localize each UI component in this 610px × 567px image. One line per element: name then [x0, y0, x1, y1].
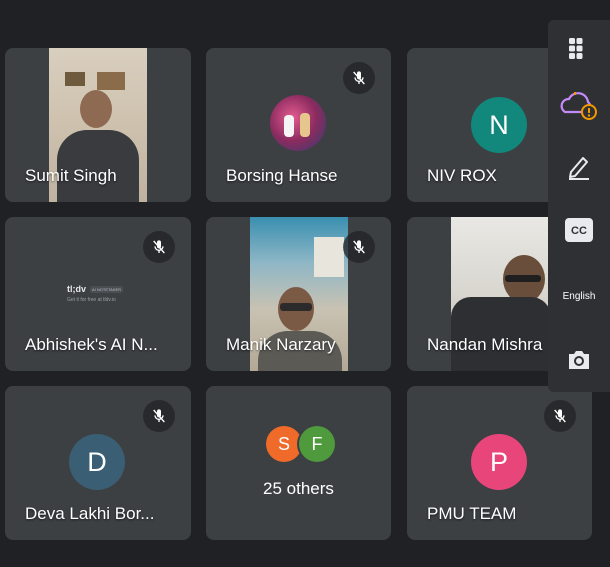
others-count: 25 others — [263, 479, 334, 498]
others-tile[interactable]: S F 25 others — [206, 386, 391, 540]
participant-tile-abhishek-ai[interactable]: tl;dv AI NOTETAKER Get it for free at tl… — [5, 217, 191, 371]
camera-button[interactable] — [548, 332, 610, 388]
participant-tile-borsing-hanse[interactable]: Borsing Hanse — [206, 48, 391, 202]
participant-avatar-photo — [270, 95, 326, 151]
participant-avatar: P — [471, 434, 527, 490]
participant-avatar: D — [69, 434, 125, 490]
cloud-alert-icon — [560, 92, 597, 120]
participant-avatar: N — [471, 97, 527, 153]
avatar-initial: P — [489, 446, 508, 477]
participant-name: Abhishek's AI N... — [25, 335, 158, 354]
tldv-logo-badge: AI NOTETAKER — [90, 285, 124, 293]
pen-icon — [569, 157, 589, 180]
apps-grid-icon — [569, 38, 583, 59]
participant-name: Deva Lakhi Bor... — [25, 504, 155, 523]
participant-name: Manik Narzary — [226, 335, 336, 354]
language-label: English — [562, 290, 596, 302]
captions-button[interactable]: CC — [548, 202, 610, 258]
participant-tile-pmu-team[interactable]: P PMU TEAM — [407, 386, 592, 540]
mic-off-icon — [343, 62, 375, 94]
participant-tile-sumit-singh[interactable]: Sumit Singh — [5, 48, 191, 202]
cc-icon: CC — [565, 218, 593, 242]
chip-initial: F — [311, 433, 323, 454]
apps-button[interactable] — [548, 20, 610, 76]
mic-off-icon — [544, 400, 576, 432]
participant-tile-manik-narzary[interactable]: Manik Narzary — [206, 217, 391, 371]
language-button[interactable]: English — [548, 268, 610, 324]
camera-icon — [569, 351, 589, 369]
avatar-initial: N — [489, 109, 509, 140]
mic-off-icon — [143, 400, 175, 432]
others-chip-s: S — [266, 426, 302, 462]
cc-label: CC — [571, 225, 587, 237]
participant-name: Sumit Singh — [25, 166, 117, 185]
mic-off-icon — [343, 231, 375, 263]
tldv-logo-text: tl;dv — [67, 284, 86, 294]
side-toolbar: CC English — [548, 20, 610, 392]
chip-initial: S — [277, 433, 290, 454]
annotate-button[interactable] — [548, 138, 610, 194]
tldv-logo-subtitle: Get it for free at tldv.io — [67, 297, 116, 303]
participant-name: Borsing Hanse — [226, 166, 338, 185]
others-chip-f: F — [299, 426, 335, 462]
avatar-initial: D — [87, 446, 107, 477]
participant-name: PMU TEAM — [427, 504, 517, 523]
participant-name: Nandan Mishra — [427, 335, 543, 354]
participant-name: NIV ROX — [427, 166, 497, 185]
mic-off-icon — [143, 231, 175, 263]
participant-tile-deva-lakhi[interactable]: D Deva Lakhi Bor... — [5, 386, 191, 540]
weather-alert-button[interactable] — [548, 78, 610, 134]
tldv-logo: tl;dv AI NOTETAKER — [67, 284, 124, 294]
